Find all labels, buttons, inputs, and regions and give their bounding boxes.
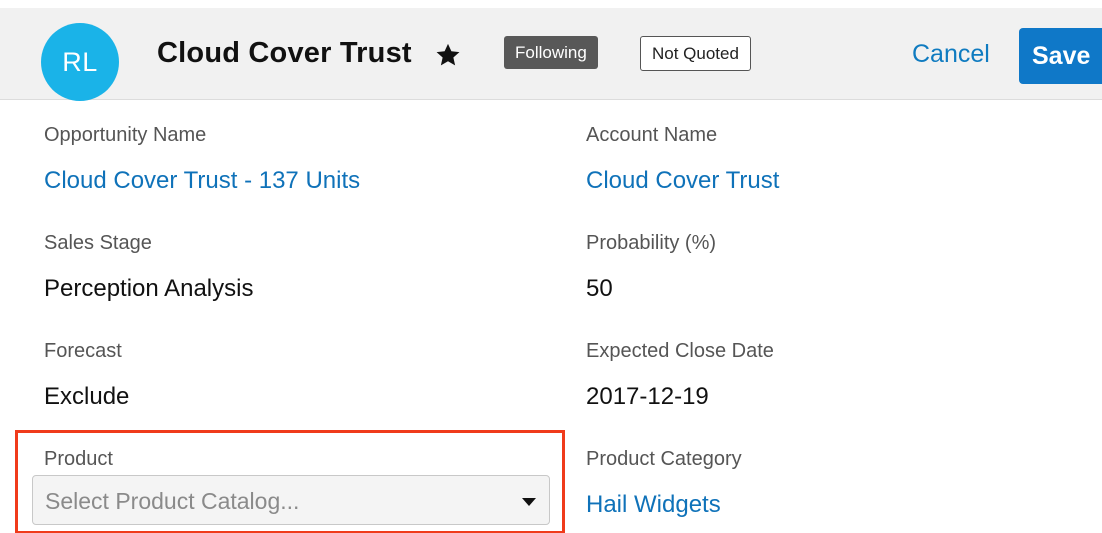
product-category-field: Product Category Hail Widgets (586, 448, 742, 519)
star-icon[interactable] (434, 41, 462, 69)
caret-down-icon[interactable] (522, 498, 536, 506)
record-title: Cloud Cover Trust (157, 37, 412, 69)
quote-status-badge: Not Quoted (640, 36, 751, 71)
sales-stage-field: Sales Stage Perception Analysis (44, 232, 253, 303)
account-name-label: Account Name (586, 124, 718, 146)
sales-stage-label: Sales Stage (44, 232, 152, 254)
opportunity-name-field: Opportunity Name Cloud Cover Trust - 137… (44, 124, 360, 195)
product-category-link[interactable]: Hail Widgets (586, 491, 742, 519)
following-badge[interactable]: Following (504, 36, 598, 69)
expected-close-date-value: 2017-12-19 (586, 383, 709, 410)
probability-label: Probability (%) (586, 232, 717, 254)
forecast-value: Exclude (44, 383, 130, 410)
forecast-field: Forecast Exclude (44, 340, 129, 411)
save-button[interactable]: Save (1019, 28, 1102, 84)
probability-field: Probability (%) 50 (586, 232, 716, 303)
probability-value: 50 (586, 275, 613, 302)
product-catalog-select[interactable]: Select Product Catalog... (32, 475, 550, 525)
forecast-label: Forecast (44, 340, 122, 362)
cancel-button[interactable]: Cancel (912, 40, 990, 69)
expected-close-date-field: Expected Close Date 2017-12-19 (586, 340, 774, 411)
account-name-field: Account Name Cloud Cover Trust (586, 124, 779, 195)
product-category-label: Product Category (586, 448, 742, 470)
product-label: Product (44, 448, 113, 470)
avatar: RL (41, 23, 119, 101)
cropped-top-strip (0, 0, 1102, 8)
product-select-placeholder: Select Product Catalog... (45, 488, 300, 514)
opportunity-name-label: Opportunity Name (44, 124, 207, 146)
expected-close-date-label: Expected Close Date (586, 340, 774, 362)
record-header: RL Cloud Cover Trust Following Not Quote… (0, 8, 1102, 101)
opportunity-name-link[interactable]: Cloud Cover Trust - 137 Units (44, 167, 360, 195)
sales-stage-value: Perception Analysis (44, 275, 254, 302)
account-name-link[interactable]: Cloud Cover Trust (586, 167, 779, 195)
